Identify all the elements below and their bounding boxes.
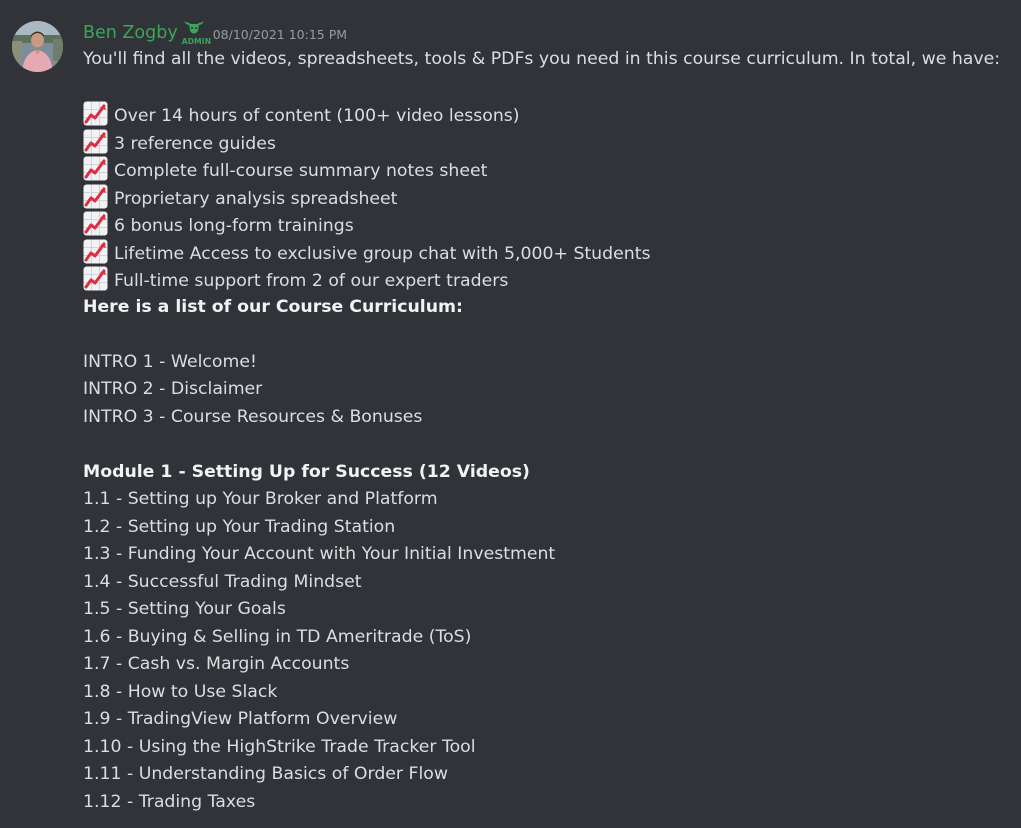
avatar[interactable]	[12, 21, 63, 72]
module-lesson-item-text: 1.3 - Funding Your Account with Your Ini…	[83, 544, 556, 564]
module-lesson-item: 1.3 - Funding Your Account with Your Ini…	[83, 541, 1013, 569]
module-lesson-item-text: 1.12 - Trading Taxes	[83, 791, 256, 812]
chart-increasing-emoji-icon	[83, 156, 108, 181]
module-lesson-item-text: 1.4 - Successful Trading Mindset	[83, 571, 362, 592]
feature-list-item-text: Lifetime Access to exclusive group chat …	[114, 243, 651, 264]
feature-list-item: 3 reference guides	[83, 129, 1013, 157]
author-username[interactable]: Ben Zogby	[83, 23, 178, 43]
feature-list-item: 6 bonus long-form trainings	[83, 211, 1013, 239]
module-lesson-item: 1.9 - TradingView Platform Overview	[83, 706, 1013, 734]
chart-increasing-emoji-icon	[83, 239, 108, 264]
module-lesson-list: 1.1 - Setting up Your Broker and Platfor…	[83, 486, 1013, 816]
module-lesson-item-text: 1.5 - Setting Your Goals	[83, 599, 286, 619]
module-heading: Module 1 - Setting Up for Success (12 Vi…	[83, 461, 530, 482]
feature-list-item: Proprietary analysis spreadsheet	[83, 184, 1013, 212]
feature-list-item: Full-time support from 2 of our expert t…	[83, 266, 1013, 294]
feature-list-item-text: 3 reference guides	[114, 133, 276, 154]
feature-list-item-text: Proprietary analysis spreadsheet	[114, 188, 398, 209]
module-lesson-item: 1.7 - Cash vs. Margin Accounts	[83, 651, 1013, 679]
module-lesson-item: 1.4 - Successful Trading Mindset	[83, 569, 1013, 597]
feature-list: Over 14 hours of content (100+ video les…	[83, 101, 1013, 294]
message-timestamp[interactable]: 08/10/2021 10:15 PM	[213, 27, 347, 42]
module-lesson-item-text: 1.9 - TradingView Platform Overview	[83, 709, 398, 729]
chart-increasing-emoji-icon	[83, 101, 108, 126]
message-header: Ben Zogby ADMIN 08/10/2021 10:15 PM	[83, 19, 347, 47]
feature-list-item-text: Full-time support from 2 of our expert t…	[114, 271, 509, 291]
module-lesson-item: 1.2 - Setting up Your Trading Station	[83, 514, 1013, 542]
module-lesson-item: 1.11 - Understanding Basics of Order Flo…	[83, 761, 1013, 789]
module-lesson-item-text: 1.7 - Cash vs. Margin Accounts	[83, 654, 350, 674]
module-lesson-item: 1.12 - Trading Taxes	[83, 789, 1013, 817]
intro-list-item: INTRO 3 - Course Resources & Bonuses	[83, 404, 1013, 432]
module-lesson-item-text: 1.2 - Setting up Your Trading Station	[83, 516, 396, 537]
admin-bull-icon: ADMIN	[181, 19, 211, 47]
chat-message: Ben Zogby ADMIN 08/10/2021 10:15 PM You'…	[0, 0, 1021, 828]
admin-badge-label: ADMIN	[181, 37, 212, 46]
feature-list-item-text: Over 14 hours of content (100+ video les…	[114, 106, 520, 126]
module-lesson-item-text: 1.10 - Using the HighStrike Trade Tracke…	[83, 736, 476, 757]
intro-list-item-text: INTRO 1 - Welcome!	[83, 351, 257, 372]
chart-increasing-emoji-icon	[83, 266, 108, 291]
module-lesson-item-text: 1.1 - Setting up Your Broker and Platfor…	[83, 489, 438, 509]
module-lesson-item: 1.6 - Buying & Selling in TD Ameritrade …	[83, 624, 1013, 652]
module-lesson-item-text: 1.6 - Buying & Selling in TD Ameritrade …	[83, 626, 472, 647]
chart-increasing-emoji-icon	[83, 129, 108, 154]
feature-list-item: Over 14 hours of content (100+ video les…	[83, 101, 1013, 129]
intro-list-item-text: INTRO 2 - Disclaimer	[83, 379, 263, 399]
intro-text: You'll find all the videos, spreadsheets…	[83, 49, 1001, 69]
intro-list: INTRO 1 - Welcome! INTRO 2 - Disclaimer IN…	[83, 349, 1013, 432]
intro-list-item: INTRO 1 - Welcome!	[83, 349, 1013, 377]
message-content: You'll find all the videos, spreadsheets…	[83, 46, 1013, 816]
module-lesson-item: 1.1 - Setting up Your Broker and Platfor…	[83, 486, 1013, 514]
chart-increasing-emoji-icon	[83, 184, 108, 209]
chart-increasing-emoji-icon	[83, 211, 108, 236]
module-lesson-item-text: 1.11 - Understanding Basics of Order Flo…	[83, 764, 448, 784]
module-lesson-item-text: 1.8 - How to Use Slack	[83, 681, 278, 702]
feature-list-item-text: 6 bonus long-form trainings	[114, 216, 354, 236]
module-lesson-item: 1.8 - How to Use Slack	[83, 679, 1013, 707]
module-lesson-item: 1.5 - Setting Your Goals	[83, 596, 1013, 624]
feature-list-item-text: Complete full-course summary notes sheet	[114, 161, 488, 181]
feature-list-item: Complete full-course summary notes sheet	[83, 156, 1013, 184]
curriculum-heading: Here is a list of our Course Curriculum:	[83, 296, 463, 317]
intro-list-item-text: INTRO 3 - Course Resources & Bonuses	[83, 406, 423, 427]
intro-list-item: INTRO 2 - Disclaimer	[83, 376, 1013, 404]
module-lesson-item: 1.10 - Using the HighStrike Trade Tracke…	[83, 734, 1013, 762]
feature-list-item: Lifetime Access to exclusive group chat …	[83, 239, 1013, 267]
